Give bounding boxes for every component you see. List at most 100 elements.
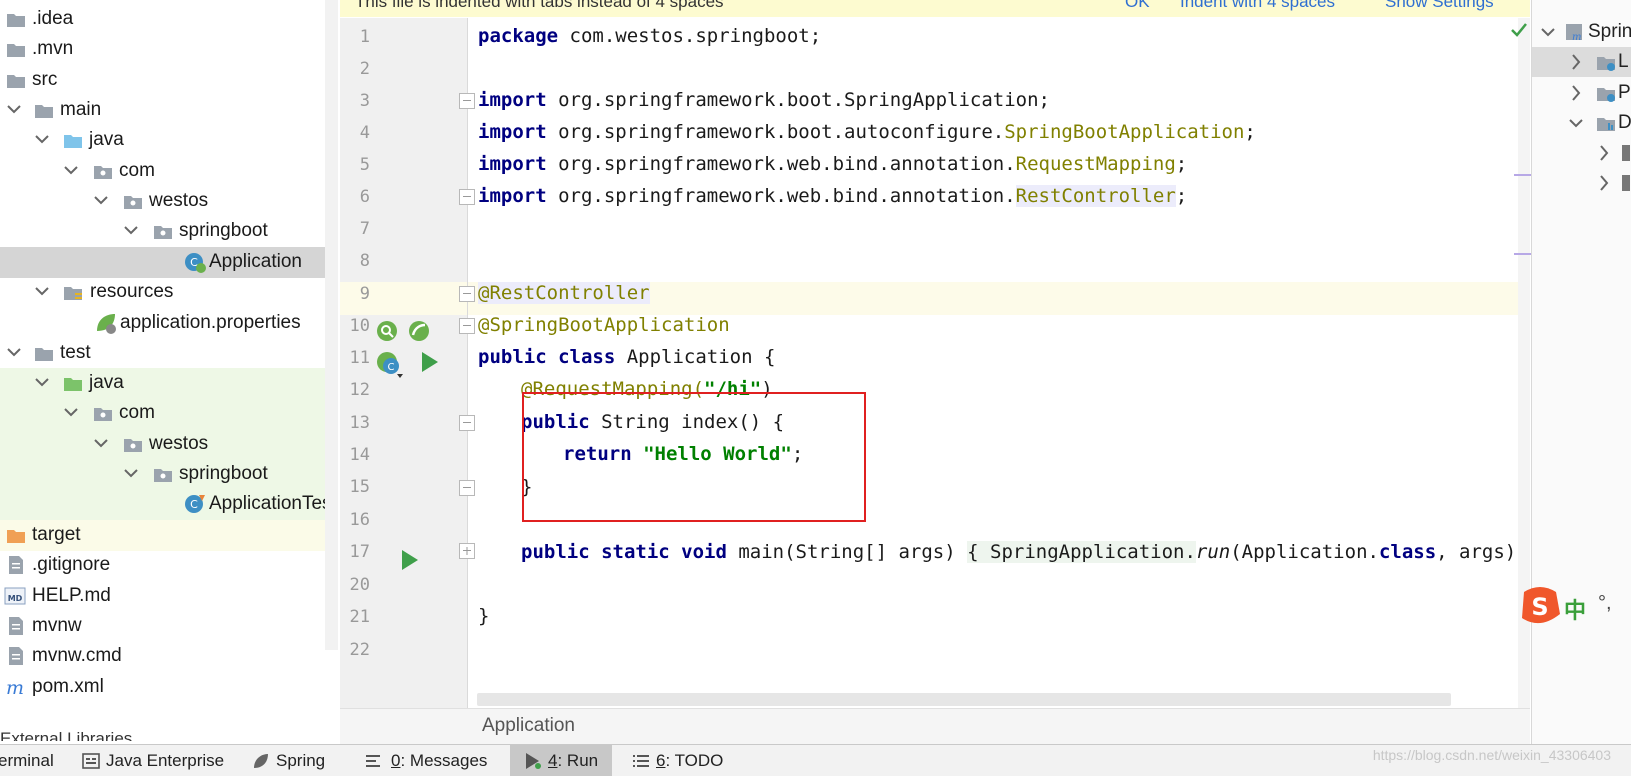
file-icon [6,555,26,575]
run-icon[interactable] [418,350,442,374]
ime-toolbar[interactable]: S 中 °, [1518,584,1631,628]
tree-item-java[interactable]: java [0,125,338,156]
chevron-right-icon[interactable] [1596,142,1612,170]
todo-list-icon [632,752,650,770]
messages-tab[interactable]: 0: Messages [361,745,501,776]
tree-item-pom-xml[interactable]: m pom.xml [0,672,338,703]
tree-item-mvnw-cmd[interactable]: mvnw.cmd [0,641,338,672]
tree-item-westos[interactable]: westos [0,186,338,217]
tree-item-test-com[interactable]: com [0,398,338,429]
check-icon[interactable] [1509,20,1529,40]
tree-item-idea[interactable]: .idea [0,4,338,35]
tree-item-mvnw[interactable]: mvnw [0,611,338,642]
panel-row-lifecycle[interactable]: L [1532,47,1631,77]
chevron-right-icon[interactable] [1568,51,1584,79]
tree-scrollbar[interactable] [325,0,338,650]
panel-row-spring[interactable]: m Sprin [1532,17,1631,47]
test-folder-icon [63,373,83,393]
line-number: 21 [349,607,370,627]
chevron-down-icon[interactable] [34,280,50,302]
fold-marker[interactable] [459,415,475,431]
highlight-annotation-box [522,392,866,522]
ime-punct-label[interactable]: °, [1598,592,1612,615]
ime-mode-label[interactable]: 中 [1564,593,1586,625]
chevron-down-icon[interactable] [123,462,139,484]
chevron-down-icon[interactable] [6,341,22,363]
tree-item-label: test [60,342,91,363]
panel-row-dependencies[interactable]: D [1532,108,1631,138]
tree-item-com[interactable]: com [0,156,338,187]
chevron-down-icon[interactable] [1540,21,1556,49]
error-stripe-mark[interactable] [1514,174,1532,176]
spring-tab[interactable]: Spring [248,745,343,776]
tree-item-test-java[interactable]: java [0,368,338,399]
breadcrumb-item[interactable]: Application [482,715,575,737]
chevron-down-icon[interactable] [93,432,109,454]
chevron-down-icon[interactable] [63,401,79,423]
library-icon [1622,175,1630,191]
java-enterprise-tab[interactable]: Java Enterprise [78,745,238,776]
tree-item-application-tests[interactable]: C ApplicationTes [0,489,338,520]
fold-marker[interactable] [459,93,475,109]
chevron-down-icon[interactable] [1568,112,1584,140]
fold-marker[interactable] [459,480,475,496]
run-main-icon[interactable] [398,548,422,572]
chevron-right-icon[interactable] [1596,172,1612,200]
code-token: (Application. [1230,541,1379,563]
chevron-down-icon[interactable] [34,371,50,393]
spring-bean-search-icon[interactable] [375,319,399,343]
code-token: package [478,25,559,47]
expand-marker[interactable] [459,543,475,559]
panel-row-dependency[interactable] [1532,138,1631,168]
fold-marker[interactable] [459,318,475,334]
fold-marker[interactable] [459,189,475,205]
line-number: 13 [349,413,370,433]
spring-boot-icon[interactable] [407,319,431,343]
tree-item-src[interactable]: src [0,65,338,96]
panel-row-dependency[interactable] [1532,168,1631,198]
tree-item-springboot[interactable]: springboot [0,216,338,247]
tree-item-test-westos[interactable]: westos [0,429,338,460]
breadcrumb[interactable]: Application [340,708,1530,745]
tree-item-application-properties[interactable]: application.properties [0,308,338,339]
messages-icon [365,752,383,770]
run-tab[interactable]: 4: Run [510,745,612,776]
chevron-down-icon[interactable] [34,128,50,150]
spring-class-gutter-icon[interactable]: C [375,350,405,380]
tree-item-test[interactable]: test [0,338,338,369]
show-settings-link[interactable]: Show Settings [1385,0,1494,12]
tree-item-label: com [119,402,155,423]
code-line-11: public class Application { [478,346,775,368]
code-line-9: @RestController [478,282,650,304]
indent-with-spaces-link[interactable]: Indent with 4 spaces [1180,0,1335,12]
external-libraries[interactable]: External Libraries [0,729,132,741]
tree-item-target[interactable]: target [0,520,338,551]
chevron-right-icon[interactable] [1568,82,1584,110]
chevron-down-icon[interactable] [93,189,109,211]
tab-label: : Run [557,751,599,770]
tree-item-resources[interactable]: resources [0,277,338,308]
code-token: import [478,153,547,175]
tree-item-help-md[interactable]: MD HELP.md [0,581,338,612]
tree-item-gitignore[interactable]: .gitignore [0,550,338,581]
notification-ok-link[interactable]: OK [1125,0,1150,12]
chevron-down-icon[interactable] [6,98,22,120]
error-stripe-mark[interactable] [1514,253,1532,255]
java-enterprise-icon [82,752,100,770]
code-token: import [478,185,547,207]
fold-marker[interactable] [459,286,475,302]
chevron-down-icon[interactable] [63,159,79,181]
terminal-tab[interactable]: erminal [0,745,72,776]
tree-item-test-springboot[interactable]: springboot [0,459,338,490]
tree-item-mvn[interactable]: .mvn [0,34,338,65]
todo-tab[interactable]: 6: TODO [628,745,728,776]
package-icon [153,464,173,484]
panel-row-plugins[interactable]: P [1532,78,1631,108]
chevron-down-icon[interactable] [123,219,139,241]
tree-item-main[interactable]: main [0,95,338,126]
tree-item-label: HELP.md [32,585,111,606]
code-token: RestController [1015,185,1176,207]
code-token: class [1378,541,1437,563]
tree-item-application[interactable]: C Application [0,247,338,278]
editor-horizontal-scrollbar[interactable] [477,693,1451,706]
